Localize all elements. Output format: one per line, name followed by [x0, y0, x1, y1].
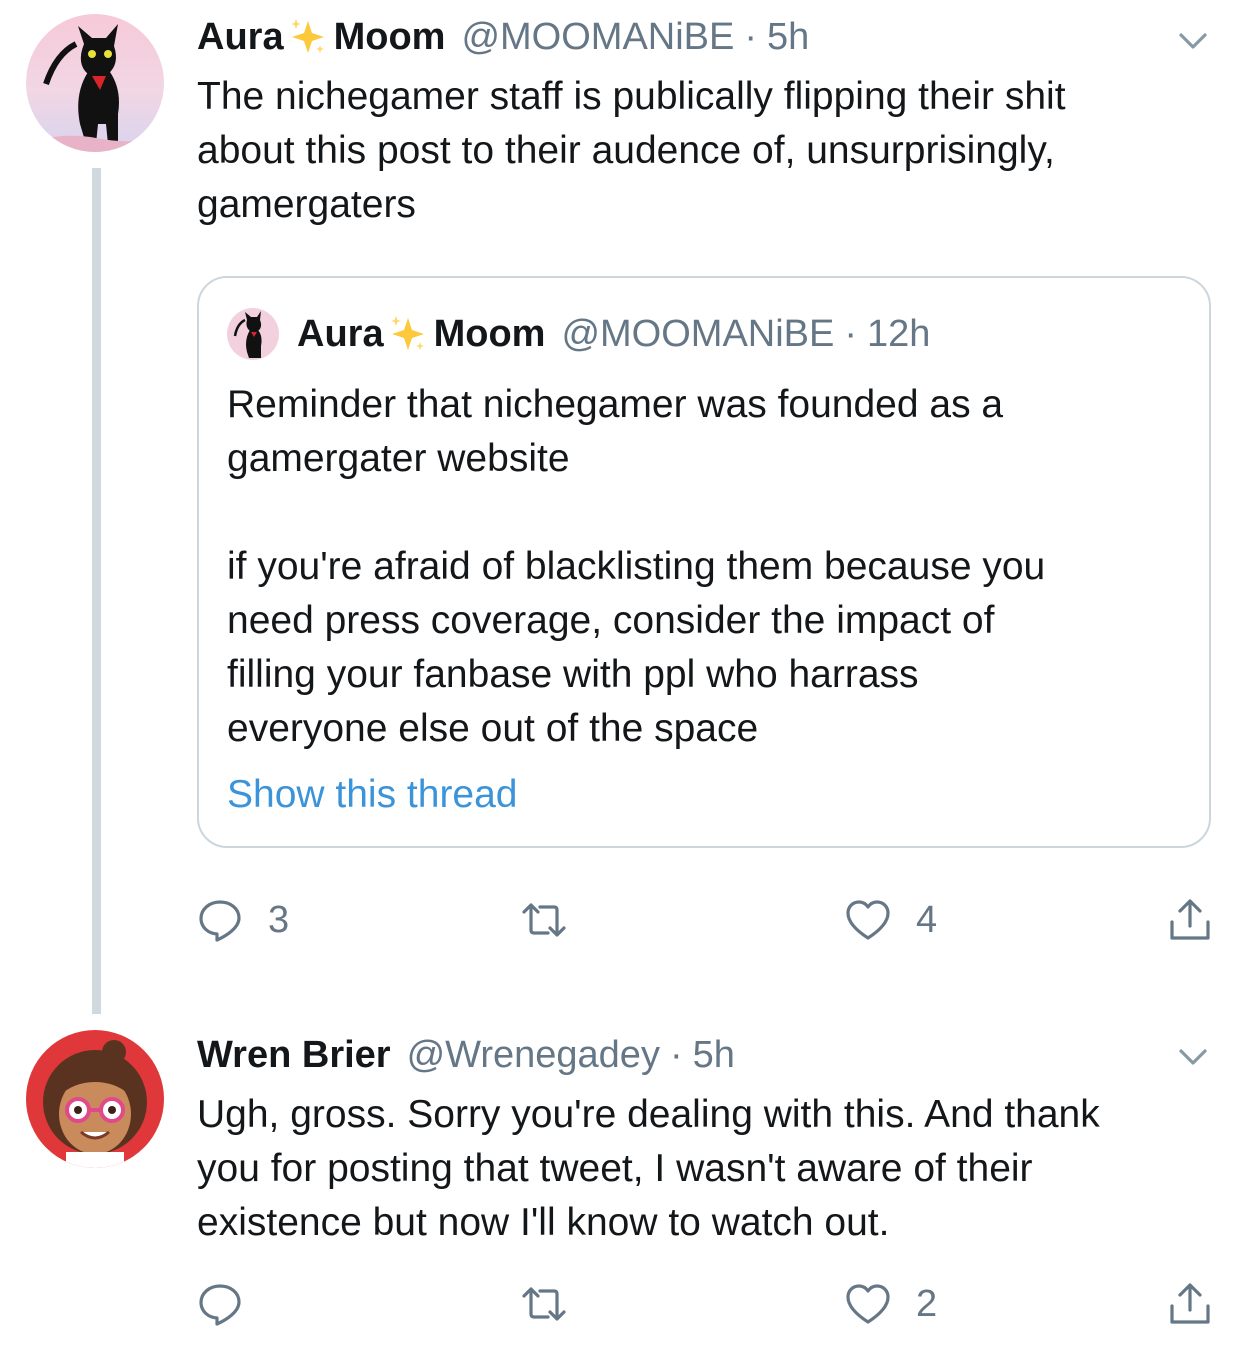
reply-button[interactable]: [196, 1280, 268, 1328]
chevron-down-icon[interactable]: [1176, 24, 1210, 58]
reply-count: 3: [268, 898, 290, 941]
retweet-button[interactable]: [520, 896, 592, 944]
like-button[interactable]: 2: [844, 1280, 937, 1328]
quoted-tweet-timestamp: 12h: [867, 313, 931, 355]
quoted-author-handle: @MOOMANiBE: [561, 313, 835, 355]
quoted-paragraph: if you're afraid of blacklisting them be…: [227, 540, 1187, 756]
tweet-header: Aura Moom @MOOMANiBE · 5h: [197, 14, 809, 60]
show-thread-link[interactable]: Show this thread: [227, 772, 518, 818]
quoted-paragraph: Reminder that nichegamer was founded as …: [227, 378, 1187, 486]
like-count: 2: [916, 1282, 938, 1325]
tweet-body: The nichegamer staff is publically flipp…: [197, 70, 1227, 232]
tweet-text-line: Ugh, gross. Sorry you're dealing with th…: [197, 1093, 1100, 1136]
tweet-text-line: about this post to their audence of, uns…: [197, 129, 1055, 172]
black-cat-avatar-small-image: [227, 308, 279, 360]
author-name[interactable]: Wren Brier: [197, 1032, 391, 1078]
retweet-button[interactable]: [520, 1280, 592, 1328]
tweet-body: Ugh, gross. Sorry you're dealing with th…: [197, 1088, 1227, 1250]
share-icon: [1170, 899, 1210, 940]
avatar-aura-moom[interactable]: [26, 14, 164, 152]
quoted-text-line: everyone else out of the space: [227, 707, 759, 750]
separator-dot: ·: [744, 16, 758, 58]
tweet-text-line: you for posting that tweet, I wasn't awa…: [197, 1147, 1033, 1190]
reply-icon: [199, 1284, 241, 1326]
chevron-down-icon[interactable]: [1176, 1040, 1210, 1074]
separator-dot: ·: [844, 313, 858, 355]
share-icon: [1170, 1283, 1210, 1324]
tweet-timestamp[interactable]: 5h: [693, 1032, 735, 1078]
pixel-art-avatar-image: [26, 1030, 164, 1168]
quoted-text-line: filling your fanbase with ppl who harras…: [227, 653, 919, 696]
like-icon: [846, 900, 890, 940]
quoted-text-line: need press coverage, consider the impact…: [227, 599, 995, 642]
like-count: 4: [916, 898, 938, 941]
like-button[interactable]: 4: [844, 896, 937, 944]
quoted-author-name: Aura: [297, 313, 384, 355]
tweet-header: Wren Brier @Wrenegadey · 5h: [197, 1032, 735, 1078]
separator-dot: ·: [669, 1034, 683, 1076]
tweet-text-line: existence but now I'll know to watch out…: [197, 1201, 890, 1244]
author-handle[interactable]: @Wrenegadey: [407, 1032, 660, 1078]
tweet-timestamp[interactable]: 5h: [767, 14, 809, 60]
thread-connector-line: [92, 168, 101, 1014]
quoted-tweet-body: Reminder that nichegamer was founded as …: [227, 378, 1187, 756]
share-button[interactable]: [1166, 1280, 1214, 1328]
retweet-icon: [522, 903, 566, 937]
sparkles-icon: [390, 316, 424, 350]
quoted-tweet-header: Aura Moom @MOOMANiBE · 12h: [227, 308, 930, 360]
like-icon: [846, 1284, 890, 1324]
avatar-wren-brier[interactable]: [26, 1030, 164, 1168]
retweet-icon: [522, 1287, 566, 1321]
author-name-suffix[interactable]: Moom: [334, 14, 446, 60]
reply-button[interactable]: 3: [196, 896, 289, 944]
sparkles-icon: [290, 19, 324, 53]
quoted-tweet-card[interactable]: Aura Moom @MOOMANiBE · 12h Reminder that…: [197, 276, 1211, 848]
quoted-avatar: [227, 308, 279, 360]
share-button[interactable]: [1166, 896, 1214, 944]
author-name[interactable]: Aura: [197, 14, 284, 60]
tweet-text-line: gamergaters: [197, 183, 416, 226]
black-cat-avatar-image: [26, 14, 164, 152]
quoted-author-name-suffix: Moom: [433, 313, 546, 355]
tweet-text-line: The nichegamer staff is publically flipp…: [197, 75, 1066, 118]
quoted-text-line: Reminder that nichegamer was founded as …: [227, 383, 1004, 426]
reply-icon: [199, 900, 241, 942]
quoted-text-line: gamergater website: [227, 437, 570, 480]
author-handle[interactable]: @MOOMANiBE: [461, 14, 734, 60]
quoted-text-line: if you're afraid of blacklisting them be…: [227, 545, 1046, 588]
